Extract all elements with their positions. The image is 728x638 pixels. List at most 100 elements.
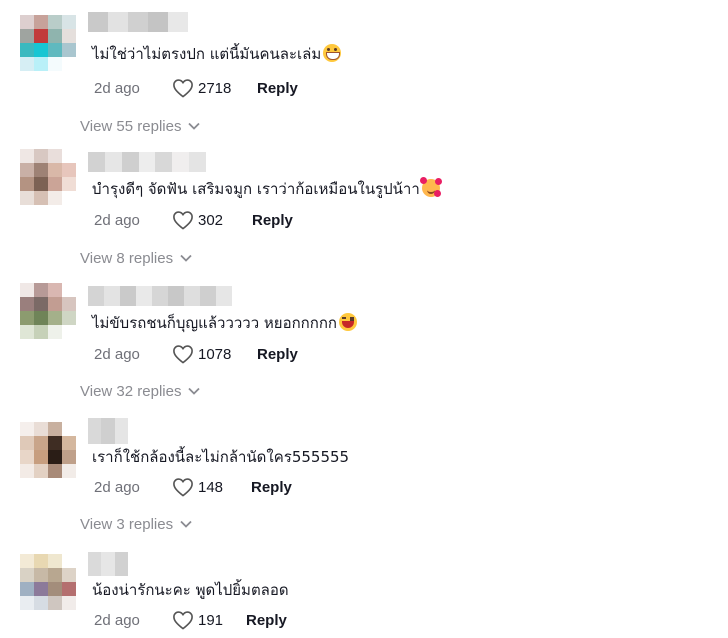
avatar-pixel bbox=[48, 325, 62, 339]
heart-icon bbox=[173, 611, 193, 630]
smiling-face-with-hearts-emoji-icon bbox=[419, 177, 440, 197]
avatar-pixel bbox=[62, 325, 76, 339]
view-replies-button[interactable]: View 32 replies bbox=[80, 380, 201, 402]
username-pixel bbox=[200, 286, 216, 306]
avatar-pixel bbox=[20, 29, 34, 43]
avatar-pixel bbox=[48, 568, 62, 582]
avatar-pixel bbox=[34, 596, 48, 610]
comment-text-content: เราก็ใช้กล้องนี้ละไม่กล้านัดใคร555555 bbox=[92, 448, 350, 466]
username-blurred[interactable] bbox=[88, 12, 188, 32]
username-pixel bbox=[88, 286, 104, 306]
reply-button[interactable]: Reply bbox=[246, 612, 287, 629]
laughing-emoji-icon bbox=[339, 313, 358, 331]
username-pixel bbox=[184, 286, 200, 306]
comment-date: 2d ago bbox=[94, 478, 140, 496]
avatar-pixel bbox=[48, 149, 62, 163]
avatar-pixel bbox=[62, 450, 76, 464]
like-button[interactable]: 302 bbox=[172, 210, 252, 230]
avatar-pixel bbox=[20, 297, 34, 311]
username-pixel bbox=[104, 286, 120, 306]
username-pixel bbox=[88, 552, 102, 576]
avatar-pixel bbox=[34, 422, 48, 436]
comment-item: ไม่ขับรถชนก็บุญแล้ววววว หยอกกกกก 2d ago … bbox=[0, 283, 728, 402]
comment-text: ไม่ใช่ว่าไม่ตรงปก แต่นี้มันคนละเล่ม bbox=[92, 44, 342, 64]
reply-button[interactable]: Reply bbox=[257, 80, 298, 97]
reply-button[interactable]: Reply bbox=[252, 212, 293, 229]
reply-button[interactable]: Reply bbox=[257, 346, 298, 363]
like-button[interactable]: 148 bbox=[172, 477, 251, 497]
avatar-pixel bbox=[20, 596, 34, 610]
username-blurred[interactable] bbox=[88, 286, 232, 306]
view-replies-label: View 55 replies bbox=[80, 117, 182, 135]
username-blurred[interactable] bbox=[88, 152, 206, 172]
comment-text-content: น้องน่ารักนะคะ พูดไปยิ้มตลอด bbox=[92, 581, 289, 599]
avatar-pixel bbox=[20, 311, 34, 325]
avatar[interactable] bbox=[20, 15, 76, 71]
avatar-pixel bbox=[62, 15, 76, 29]
avatar-pixel bbox=[62, 311, 76, 325]
comment-text: บำรุงดีๆ จัดฟัน เสริมจมูก เราว่าก้อเหมือ… bbox=[92, 177, 440, 199]
comment-meta: 2d ago 2718 Reply bbox=[94, 76, 298, 100]
comment-meta: 2d ago 1078 Reply bbox=[94, 342, 298, 366]
avatar[interactable] bbox=[20, 283, 76, 339]
avatar-pixel bbox=[34, 325, 48, 339]
view-replies-button[interactable]: View 3 replies bbox=[80, 513, 192, 535]
avatar-pixel bbox=[48, 57, 62, 71]
comment-item: น้องน่ารักนะคะ พูดไปยิ้มตลอด 2d ago 191 … bbox=[0, 552, 728, 638]
username-blurred[interactable] bbox=[88, 418, 128, 444]
comment-meta: 2d ago 191 Reply bbox=[94, 608, 287, 632]
like-button[interactable]: 191 bbox=[172, 610, 246, 630]
grin-emoji-icon bbox=[323, 44, 342, 62]
username-pixel bbox=[189, 152, 206, 172]
comment-text-content: บำรุงดีๆ จัดฟัน เสริมจมูก เราว่าก้อเหมือ… bbox=[92, 180, 420, 198]
avatar-pixel bbox=[48, 596, 62, 610]
reply-button[interactable]: Reply bbox=[251, 479, 292, 496]
view-replies-button[interactable]: View 55 replies bbox=[80, 115, 201, 137]
comment-date: 2d ago bbox=[94, 211, 140, 229]
avatar-pixel bbox=[34, 163, 48, 177]
like-count: 302 bbox=[198, 211, 224, 229]
username-pixel bbox=[152, 286, 168, 306]
view-replies-button[interactable]: View 8 replies bbox=[80, 247, 192, 269]
avatar-pixel bbox=[20, 283, 34, 297]
like-button[interactable]: 2718 bbox=[172, 78, 257, 98]
chevron-down-icon bbox=[180, 254, 192, 262]
username-pixel bbox=[168, 286, 184, 306]
avatar-pixel bbox=[62, 149, 76, 163]
avatar[interactable] bbox=[20, 149, 76, 205]
avatar-pixel bbox=[48, 464, 62, 478]
username-pixel bbox=[101, 552, 115, 576]
avatar-pixel bbox=[48, 43, 62, 57]
avatar-pixel bbox=[34, 436, 48, 450]
avatar-pixel bbox=[62, 554, 76, 568]
avatar-pixel bbox=[34, 450, 48, 464]
heart-icon bbox=[173, 211, 193, 230]
avatar[interactable] bbox=[20, 422, 76, 478]
avatar-pixel bbox=[48, 15, 62, 29]
avatar-pixel bbox=[62, 43, 76, 57]
heart-icon bbox=[173, 79, 193, 98]
avatar-pixel bbox=[34, 177, 48, 191]
comment-item: เราก็ใช้กล้องนี้ละไม่กล้านัดใคร555555 2d… bbox=[0, 418, 728, 533]
avatar-pixel bbox=[34, 582, 48, 596]
username-blurred[interactable] bbox=[88, 552, 128, 576]
avatar-pixel bbox=[34, 29, 48, 43]
avatar-pixel bbox=[48, 422, 62, 436]
view-replies-label: View 8 replies bbox=[80, 249, 174, 267]
username-pixel bbox=[121, 152, 139, 172]
comment-text-content: ไม่ขับรถชนก็บุญแล้ววววว หยอกกกกก bbox=[92, 314, 338, 332]
like-count: 191 bbox=[198, 611, 224, 629]
avatar-pixel bbox=[34, 15, 48, 29]
like-count: 2718 bbox=[198, 79, 232, 97]
comment-text: ไม่ขับรถชนก็บุญแล้ววววว หยอกกกกก bbox=[92, 313, 358, 333]
avatar-pixel bbox=[48, 283, 62, 297]
username-pixel bbox=[108, 12, 128, 32]
comment-meta: 2d ago 302 Reply bbox=[94, 208, 293, 232]
like-button[interactable]: 1078 bbox=[172, 344, 257, 364]
comment-item: บำรุงดีๆ จัดฟัน เสริมจมูก เราว่าก้อเหมือ… bbox=[0, 149, 728, 267]
avatar-pixel bbox=[34, 191, 48, 205]
avatar-pixel bbox=[48, 177, 62, 191]
avatar-pixel bbox=[20, 43, 34, 57]
avatar-pixel bbox=[62, 582, 76, 596]
avatar[interactable] bbox=[20, 554, 76, 610]
